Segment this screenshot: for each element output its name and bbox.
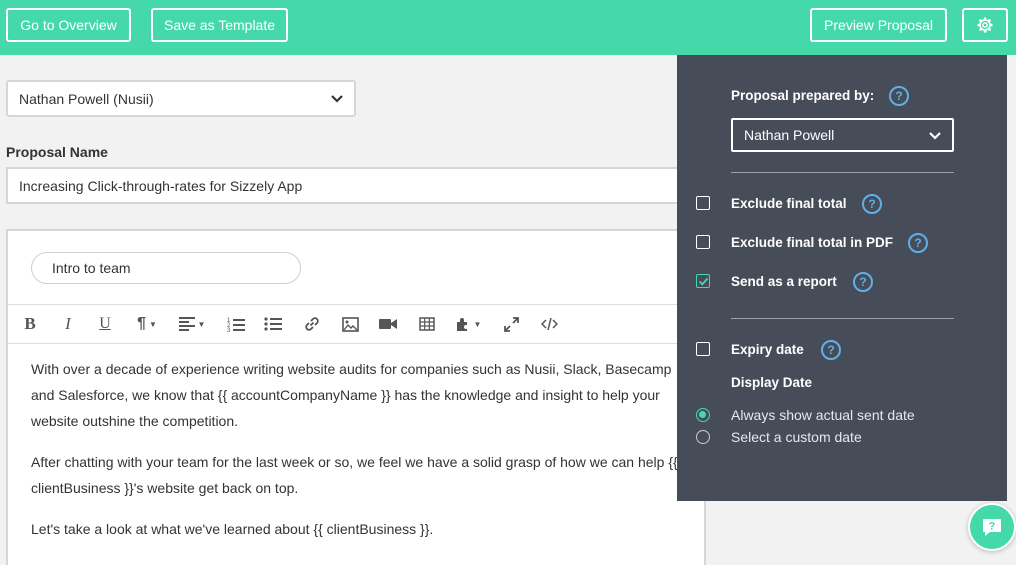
prepared-by-label: Proposal prepared by: (731, 88, 875, 103)
italic-icon[interactable]: I (60, 314, 76, 334)
fullscreen-icon[interactable] (502, 314, 520, 334)
chevron-down-icon (331, 95, 343, 103)
align-icon[interactable]: ▼ (176, 314, 208, 334)
section-title-input[interactable]: Intro to team (31, 252, 301, 284)
display-date-label: Display Date (731, 375, 813, 390)
settings-panel: Proposal prepared by: ? Nathan Powell Ex… (677, 55, 1007, 501)
proposal-name-value: Increasing Click-through-rates for Sizze… (19, 177, 303, 194)
editor-body[interactable]: With over a decade of experience writing… (31, 356, 691, 557)
paragraph-format-icon[interactable]: ¶ ▼ (132, 314, 162, 334)
client-select[interactable]: Nathan Powell (Nusii) (6, 80, 356, 117)
help-icon[interactable]: ? (889, 86, 909, 106)
divider (8, 343, 704, 344)
help-icon[interactable]: ? (853, 272, 873, 292)
chat-help-icon: ? (983, 519, 1001, 536)
checkmark-icon (698, 277, 708, 286)
go-to-overview-button[interactable]: Go to Overview (6, 8, 131, 42)
paragraph: Let's take a look at what we've learned … (31, 521, 434, 537)
underline-icon[interactable]: U (97, 314, 113, 334)
preview-proposal-button[interactable]: Preview Proposal (810, 8, 947, 42)
ordered-list-icon[interactable]: 123 (227, 314, 245, 334)
save-as-template-button[interactable]: Save as Template (151, 8, 288, 42)
table-icon[interactable] (418, 314, 436, 334)
help-icon[interactable]: ? (862, 194, 882, 214)
expiry-date-checkbox[interactable] (696, 342, 710, 356)
prepared-by-value: Nathan Powell (744, 127, 835, 143)
radio-actual-sent-date-label: Always show actual sent date (731, 407, 915, 423)
prepared-by-select[interactable]: Nathan Powell (731, 118, 954, 152)
proposal-name-input[interactable]: Increasing Click-through-rates for Sizze… (6, 167, 696, 204)
paragraph: With over a decade of experience writing… (31, 361, 672, 429)
radio-custom-date[interactable] (696, 430, 710, 444)
content-editor: Intro to team B I U ¶ ▼ ▼ 123 ▼ With ove… (6, 229, 706, 565)
radio-custom-date-label: Select a custom date (731, 429, 862, 445)
paragraph: After chatting with your team for the la… (31, 454, 678, 496)
radio-actual-sent-date[interactable] (696, 408, 710, 422)
expiry-date-label: Expiry date (731, 342, 804, 357)
exclude-total-checkbox[interactable] (696, 196, 710, 210)
send-report-label: Send as a report (731, 274, 837, 289)
proposal-name-label: Proposal Name (6, 144, 108, 160)
video-icon[interactable] (379, 314, 397, 334)
help-icon[interactable]: ? (821, 340, 841, 360)
editor-toolbar: B I U ¶ ▼ ▼ 123 ▼ (8, 305, 704, 343)
top-bar: Go to Overview Save as Template Preview … (0, 0, 1016, 55)
svg-text:3: 3 (227, 328, 231, 332)
svg-text:?: ? (989, 521, 996, 533)
unordered-list-icon[interactable] (264, 314, 282, 334)
image-icon[interactable] (341, 314, 359, 334)
gear-icon (977, 17, 993, 33)
chevron-down-icon (929, 132, 941, 140)
chat-help-button[interactable]: ? (968, 503, 1016, 551)
plugin-icon[interactable]: ▼ (452, 314, 484, 334)
code-view-icon[interactable] (539, 314, 559, 334)
client-select-value: Nathan Powell (Nusii) (19, 90, 154, 107)
exclude-total-label: Exclude final total (731, 196, 847, 211)
help-icon[interactable]: ? (908, 233, 928, 253)
send-report-checkbox[interactable] (696, 274, 710, 288)
bold-icon[interactable]: B (22, 314, 38, 334)
section-title-value: Intro to team (52, 260, 131, 276)
divider (731, 172, 954, 173)
settings-button[interactable] (962, 8, 1008, 42)
link-icon[interactable] (303, 314, 321, 334)
divider (731, 318, 954, 319)
exclude-total-pdf-checkbox[interactable] (696, 235, 710, 249)
exclude-total-pdf-label: Exclude final total in PDF (731, 235, 894, 250)
